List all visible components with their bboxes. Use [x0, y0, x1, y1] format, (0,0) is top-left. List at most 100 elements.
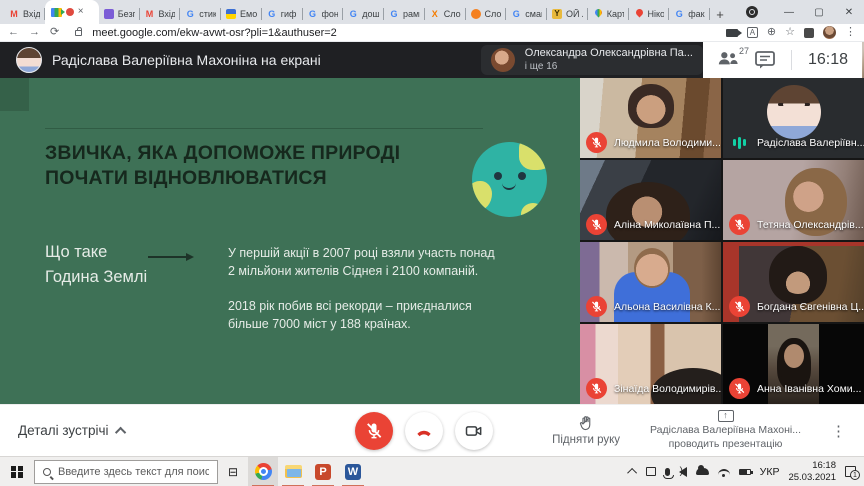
- browser-tab[interactable]: Gсмайл: [506, 4, 547, 24]
- meet-header: Радіслава Валеріївна Махоніна на екрані …: [0, 42, 864, 78]
- browser-tab[interactable]: Нікол: [629, 4, 670, 24]
- extension-icon[interactable]: [804, 28, 814, 38]
- mic-off-icon: [364, 421, 384, 441]
- meeting-details-button[interactable]: Деталі зустрічі: [18, 423, 126, 438]
- window-controls: — ▢ ✕: [746, 0, 864, 24]
- lock-icon[interactable]: [75, 30, 82, 36]
- tray-onedrive-icon[interactable]: [696, 468, 709, 475]
- participant-tile[interactable]: Тетяна Олександрів...: [723, 160, 864, 240]
- address-bar[interactable]: meet.google.com/ekw-avwt-osr?pli=1&authu…: [92, 27, 337, 39]
- taskbar-powerpoint[interactable]: P: [308, 457, 338, 486]
- taskbar-search[interactable]: Введите здесь текст для поиска: [34, 460, 218, 484]
- recording-dot-icon: [66, 8, 74, 16]
- browser-tab[interactable]: Безпе: [99, 4, 140, 24]
- back-icon[interactable]: ←: [8, 27, 19, 38]
- camera-in-use-icon[interactable]: [726, 29, 738, 37]
- participant-name: Альона Василівна К...: [614, 301, 720, 313]
- participant-name: Людмила Володими...: [614, 137, 721, 149]
- tab-label: Безпе: [118, 9, 135, 19]
- slide-paragraph-1: У першій акції в 2007 році взяли участь …: [228, 244, 495, 280]
- participant-tile[interactable]: Богдана Євгенівна Ц...: [723, 242, 864, 322]
- taskbar-explorer[interactable]: [278, 457, 308, 486]
- windows-logo-icon: [11, 466, 23, 478]
- system-tray: УКР 16:18 25.03.2021 1: [630, 460, 864, 484]
- tab-label: рамка: [403, 9, 420, 19]
- start-button[interactable]: [0, 457, 34, 486]
- forward-icon[interactable]: →: [29, 27, 40, 38]
- tab-label: Нікол: [648, 9, 665, 19]
- tray-wifi-icon[interactable]: [718, 469, 730, 475]
- purple-favicon-icon: [104, 9, 114, 19]
- tab-label: смайл: [525, 9, 542, 19]
- tray-language[interactable]: УКР: [760, 466, 780, 478]
- chat-icon[interactable]: [755, 51, 775, 69]
- maps-favicon-icon: [593, 9, 603, 19]
- mic-muted-icon: [586, 132, 607, 153]
- mic-muted-icon: [586, 296, 607, 317]
- browser-tab[interactable]: Gрамка: [384, 4, 425, 24]
- people-button[interactable]: 27: [717, 50, 739, 71]
- notification-center-icon[interactable]: 1: [845, 466, 856, 477]
- browser-tab[interactable]: YОЙ ло: [547, 4, 588, 24]
- tab-label: фон д: [322, 9, 339, 19]
- close-button[interactable]: ✕: [834, 0, 864, 24]
- more-options-icon[interactable]: ⋮: [831, 422, 846, 440]
- task-view-button[interactable]: ⊟: [218, 457, 248, 486]
- close-tab-icon[interactable]: ×: [78, 7, 84, 17]
- participant-name: Зінаїда Володимирів...: [614, 383, 721, 395]
- slide-side-label: Що таке Година Землі: [45, 240, 147, 290]
- tab-label: Слова: [444, 9, 461, 19]
- participant-tile[interactable]: Альона Василівна К...: [580, 242, 721, 322]
- browser-tab[interactable]: Слова: [466, 4, 507, 24]
- participant-tile[interactable]: Аліна Миколаївна П...: [580, 160, 721, 240]
- new-tab-button[interactable]: +: [710, 4, 730, 24]
- browser-menu-icon[interactable]: ⋮: [845, 27, 856, 38]
- mic-toggle-button[interactable]: [355, 412, 393, 450]
- raise-hand-button[interactable]: Підняти руку: [552, 415, 620, 446]
- bookmark-star-icon[interactable]: ☆: [785, 27, 795, 38]
- presenting-name: Радіслава Валеріївна Махоні...: [650, 424, 801, 438]
- people-count-badge: 27: [739, 46, 749, 56]
- maximize-button[interactable]: ▢: [804, 0, 834, 24]
- tray-battery-icon[interactable]: [739, 469, 751, 475]
- browser-tab[interactable]: Gгиф ан: [262, 4, 303, 24]
- translate-icon[interactable]: A: [747, 27, 758, 38]
- profile-avatar[interactable]: [823, 26, 836, 39]
- participant-tile[interactable]: Зінаїда Володимирів...: [580, 324, 721, 404]
- tray-clock[interactable]: 16:18 25.03.2021: [788, 460, 836, 484]
- browser-tab[interactable]: MВхідні: [140, 4, 181, 24]
- browser-tab-active[interactable]: ×: [45, 0, 99, 24]
- browser-tab[interactable]: XСлова: [425, 4, 466, 24]
- presenting-status[interactable]: ↑ Радіслава Валеріївна Махоні... проводи…: [650, 410, 801, 451]
- reload-icon[interactable]: ⟳: [50, 27, 59, 38]
- participant-tile[interactable]: Радіслава Валеріївн...: [723, 78, 864, 158]
- google-favicon-icon: G: [389, 9, 399, 19]
- browser-tab[interactable]: Карти: [588, 4, 629, 24]
- taskbar-chrome[interactable]: [248, 457, 278, 486]
- hang-up-button[interactable]: [405, 412, 443, 450]
- chevron-up-icon: [115, 426, 126, 437]
- browser-update-icon[interactable]: [746, 6, 758, 18]
- participant-name: Радіслава Валеріївн...: [757, 137, 864, 149]
- participant-tile[interactable]: Людмила Володими...: [580, 78, 721, 158]
- tray-expand-icon[interactable]: [627, 468, 637, 478]
- participants-chip[interactable]: Олександра Олександрівна Па... і ще 16: [481, 45, 703, 75]
- browser-tab[interactable]: Gдошка: [343, 4, 384, 24]
- present-icon: ↑: [718, 410, 734, 422]
- taskbar-word[interactable]: W: [338, 457, 368, 486]
- yandex-favicon-icon: Y: [552, 9, 562, 19]
- minimize-button[interactable]: —: [774, 0, 804, 24]
- zoom-icon[interactable]: ⊕: [767, 27, 776, 38]
- browser-tab[interactable]: Gфакел: [669, 4, 710, 24]
- browser-tab[interactable]: MВхідні: [4, 4, 45, 24]
- camera-toggle-button[interactable]: [455, 412, 493, 450]
- tray-window-icon[interactable]: [646, 467, 656, 476]
- tray-speaker-icon[interactable]: [679, 467, 687, 477]
- browser-tab[interactable]: Gфон д: [303, 4, 344, 24]
- participant-tile[interactable]: Анна Іванівна Хоми...: [723, 324, 864, 404]
- google-favicon-icon: G: [267, 9, 277, 19]
- meet-icon: [51, 8, 62, 17]
- browser-tab[interactable]: Gстике: [180, 4, 221, 24]
- tray-mic-icon[interactable]: [665, 468, 670, 476]
- browser-tab[interactable]: Емоці: [221, 4, 262, 24]
